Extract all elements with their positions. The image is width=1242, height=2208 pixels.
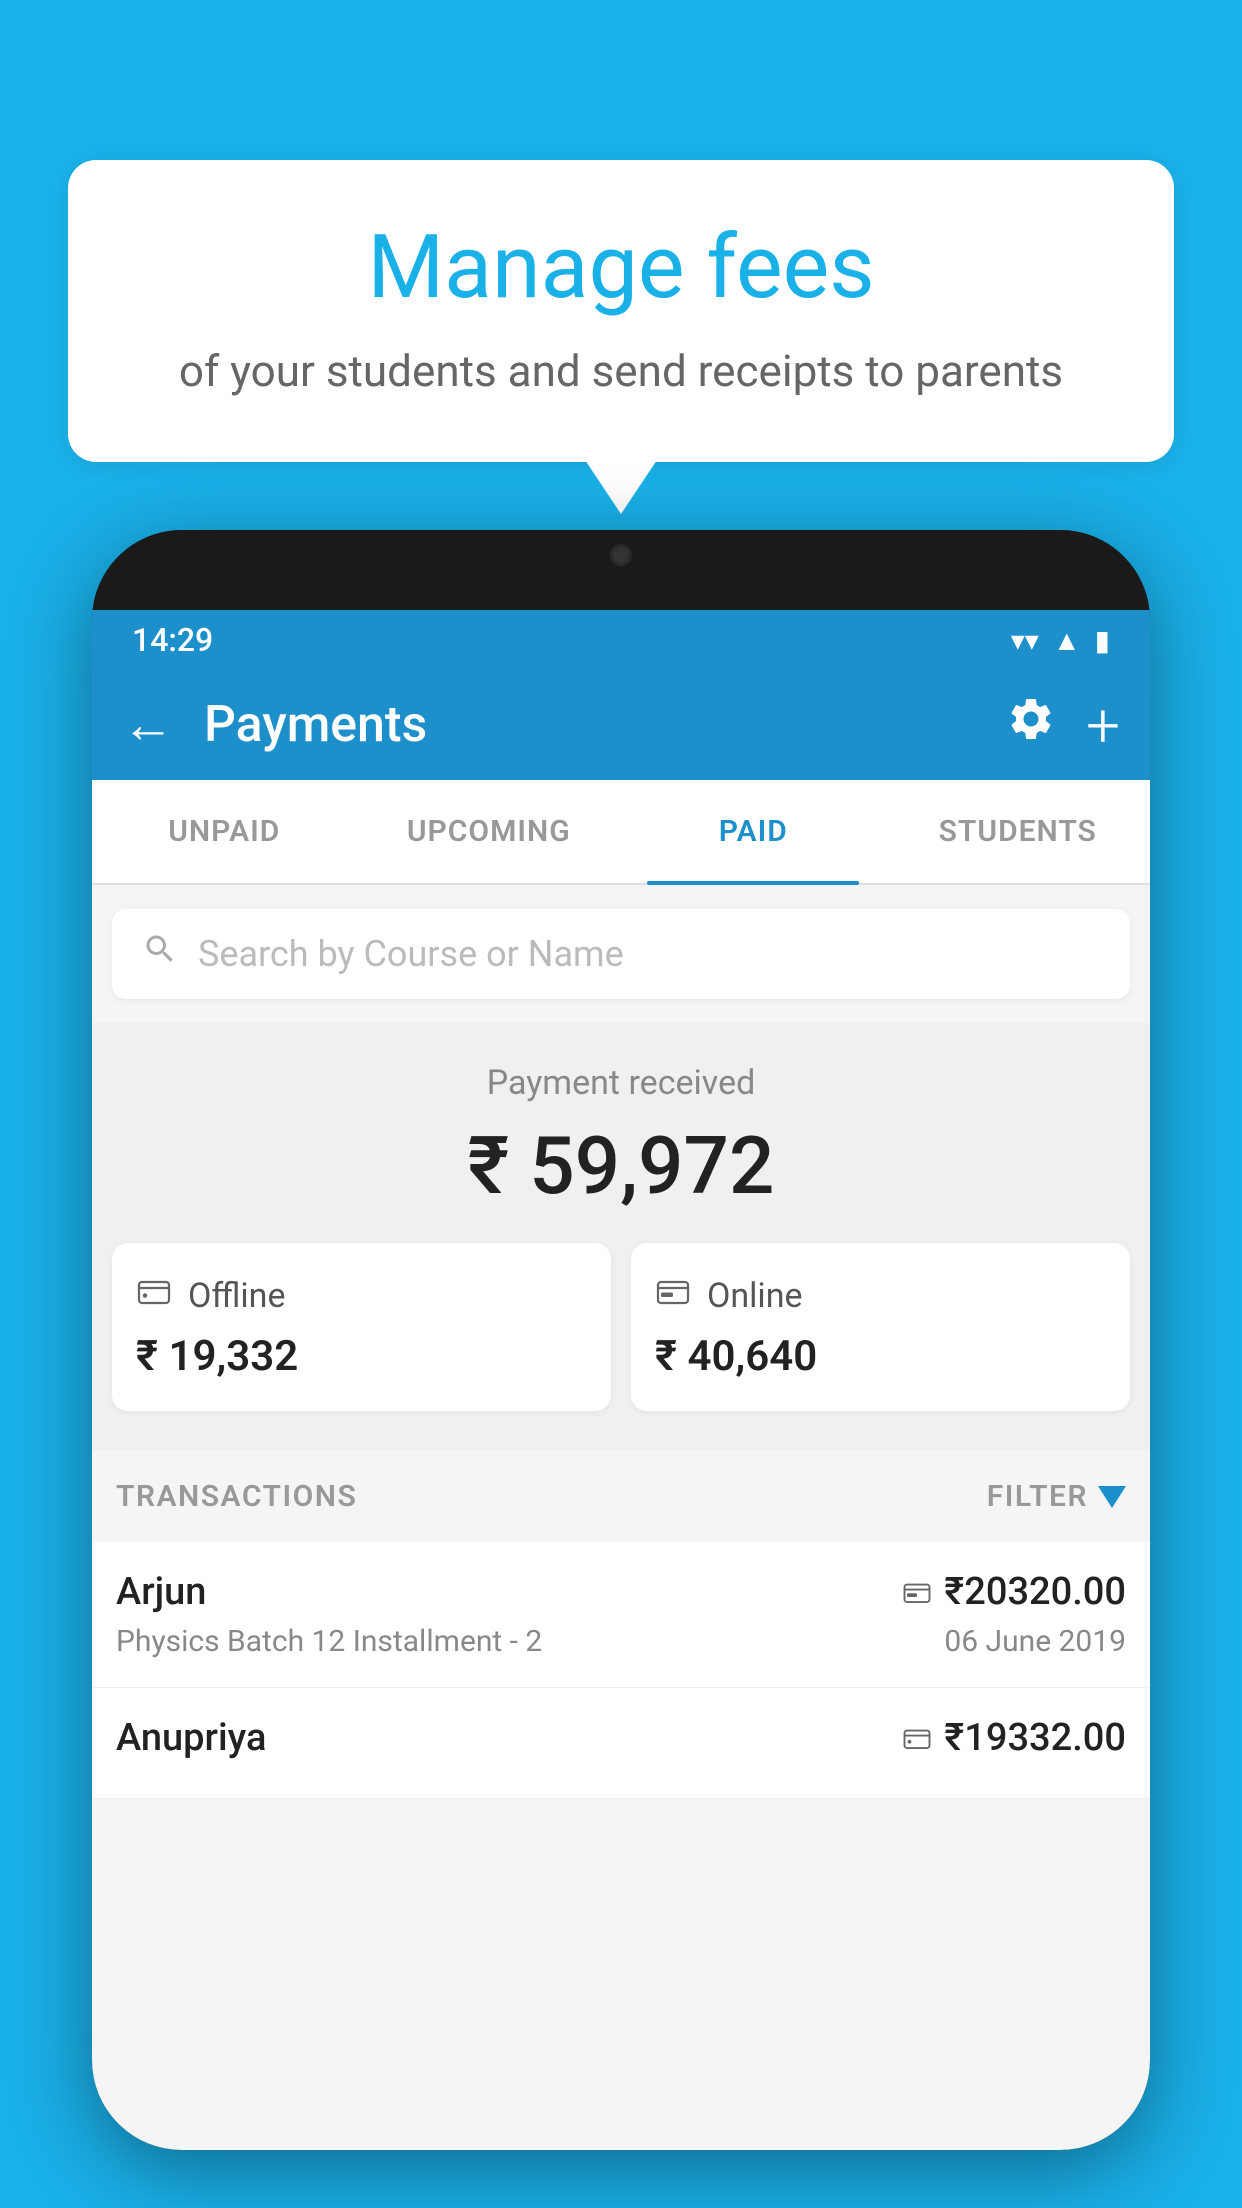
offline-card: Offline ₹ 19,332 <box>112 1243 611 1411</box>
phone-notch <box>561 530 681 580</box>
filter-icon <box>1098 1486 1126 1508</box>
transaction-row[interactable]: Arjun ₹20320.00 Physics Batch 12 Install… <box>92 1542 1150 1688</box>
transaction-amount: ₹20320.00 <box>902 1570 1126 1614</box>
offline-icon <box>136 1273 172 1318</box>
speech-bubble: Manage fees of your students and send re… <box>68 160 1174 462</box>
student-name: Anupriya <box>116 1716 266 1760</box>
transaction-row[interactable]: Anupriya ₹19332.00 <box>92 1688 1150 1799</box>
status-icons: ▾▾ ▲ ▮ <box>1011 624 1110 657</box>
payment-summary: Payment received ₹ 59,972 Offline <box>92 1023 1150 1451</box>
offline-label: Offline <box>188 1276 285 1316</box>
bubble-title: Manage fees <box>118 220 1124 317</box>
transaction-bottom: Physics Batch 12 Installment - 2 06 June… <box>116 1624 1126 1659</box>
phone-top-bar <box>92 530 1150 610</box>
online-label: Online <box>707 1276 803 1316</box>
online-amount: ₹ 40,640 <box>655 1332 1106 1381</box>
transaction-amount: ₹19332.00 <box>902 1716 1126 1760</box>
bubble-tail <box>585 460 657 514</box>
online-payment-icon <box>902 1577 932 1607</box>
status-time: 14:29 <box>132 621 213 659</box>
battery-icon: ▮ <box>1095 624 1110 657</box>
transaction-date: 06 June 2019 <box>944 1624 1126 1659</box>
status-bar: 14:29 ▾▾ ▲ ▮ <box>92 610 1150 670</box>
tab-unpaid[interactable]: UNPAID <box>92 780 357 883</box>
payment-total: ₹ 59,972 <box>112 1119 1130 1213</box>
transaction-top: Arjun ₹20320.00 <box>116 1570 1126 1614</box>
tab-upcoming[interactable]: UPCOMING <box>357 780 622 883</box>
back-button[interactable]: ← <box>122 699 174 751</box>
app-bar: ← Payments + <box>92 670 1150 780</box>
payment-received-label: Payment received <box>112 1063 1130 1103</box>
phone-content: UNPAID UPCOMING PAID STUDENTS Search by … <box>92 780 1150 2150</box>
online-icon <box>655 1273 691 1318</box>
offline-amount: ₹ 19,332 <box>136 1332 587 1381</box>
transactions-label: TRANSACTIONS <box>116 1479 357 1514</box>
search-placeholder: Search by Course or Name <box>198 933 624 975</box>
online-card-header: Online <box>655 1273 1106 1318</box>
wifi-icon: ▾▾ <box>1011 624 1039 657</box>
search-bar[interactable]: Search by Course or Name <box>112 909 1130 999</box>
signal-icon: ▲ <box>1053 624 1081 657</box>
bubble-subtitle: of your students and send receipts to pa… <box>118 341 1124 403</box>
transactions-header: TRANSACTIONS FILTER <box>92 1451 1150 1542</box>
offline-card-header: Offline <box>136 1273 587 1318</box>
phone-frame: 14:29 ▾▾ ▲ ▮ ← Payments + UNPAID UPCOMIN… <box>92 530 1150 2150</box>
search-icon <box>142 931 178 977</box>
tab-paid[interactable]: PAID <box>621 780 886 883</box>
course-info: Physics Batch 12 Installment - 2 <box>116 1624 542 1659</box>
tab-students[interactable]: STUDENTS <box>886 780 1151 883</box>
speech-bubble-section: Manage fees of your students and send re… <box>68 160 1174 514</box>
app-bar-icons: + <box>1006 690 1120 761</box>
student-name: Arjun <box>116 1570 206 1614</box>
filter-button[interactable]: FILTER <box>987 1479 1126 1514</box>
app-title: Payments <box>204 696 976 754</box>
transaction-top: Anupriya ₹19332.00 <box>116 1716 1126 1760</box>
camera <box>610 544 632 566</box>
add-button[interactable]: + <box>1086 690 1120 761</box>
tabs-bar: UNPAID UPCOMING PAID STUDENTS <box>92 780 1150 885</box>
settings-icon[interactable] <box>1006 694 1056 757</box>
offline-payment-icon <box>902 1723 932 1753</box>
payment-cards: Offline ₹ 19,332 Onli <box>112 1243 1130 1411</box>
online-card: Online ₹ 40,640 <box>631 1243 1130 1411</box>
